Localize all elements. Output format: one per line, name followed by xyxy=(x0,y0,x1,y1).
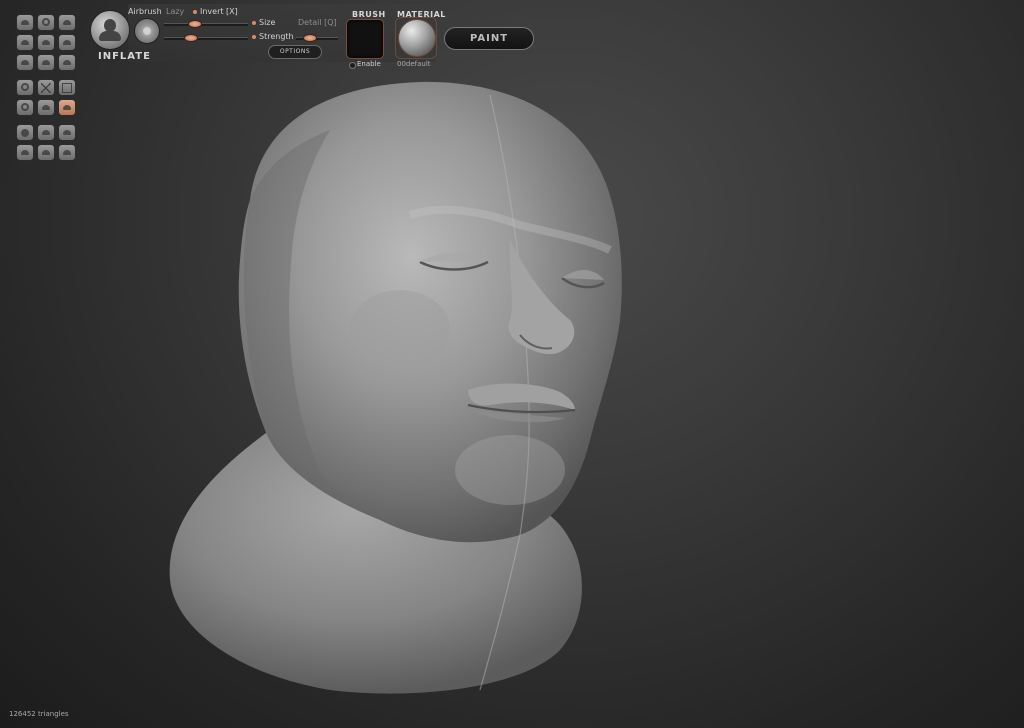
strength-slider-handle[interactable] xyxy=(184,34,198,42)
pinch-icon[interactable] xyxy=(58,34,76,51)
transform-icon[interactable] xyxy=(16,79,34,96)
triangle-count: 126452 triangles xyxy=(9,710,69,718)
size-indicator-icon xyxy=(252,21,256,25)
stroke-preview-icon[interactable] xyxy=(134,18,160,44)
size-label: Size xyxy=(259,18,276,27)
detail-label[interactable]: Detail [Q] xyxy=(298,18,337,27)
brush-name: INFLATE xyxy=(98,51,151,62)
brush-preview-icon[interactable] xyxy=(90,10,130,50)
strength-label: Strength xyxy=(259,32,294,41)
material-preview-icon[interactable] xyxy=(398,19,436,57)
sculpt-tools-group xyxy=(16,14,76,71)
enable-label: Enable xyxy=(357,60,381,68)
symmetry-icon[interactable] xyxy=(37,99,55,116)
lazy-toggle[interactable]: Lazy xyxy=(166,7,184,16)
transform-tools-group xyxy=(16,79,76,116)
rotate-icon[interactable] xyxy=(37,14,55,31)
help-icon[interactable] xyxy=(58,144,76,161)
brush-alpha-swatch[interactable] xyxy=(346,19,384,59)
strength-indicator-icon xyxy=(252,35,256,39)
flatten-icon[interactable] xyxy=(37,34,55,51)
size-slider[interactable] xyxy=(164,23,248,26)
wireframe-icon[interactable] xyxy=(16,99,34,116)
layer-icon[interactable] xyxy=(58,54,76,71)
grid-icon[interactable] xyxy=(58,79,76,96)
airbrush-toggle[interactable]: Airbrush xyxy=(128,7,162,16)
export-icon[interactable] xyxy=(37,144,55,161)
inflate-icon[interactable] xyxy=(16,14,34,31)
clay-icon[interactable] xyxy=(16,34,34,51)
tool-palette xyxy=(16,14,76,169)
material-name: 00default xyxy=(397,60,431,68)
camera-icon[interactable] xyxy=(37,124,55,141)
invert-toggle[interactable]: Invert [X] xyxy=(200,7,238,16)
light-icon[interactable] xyxy=(58,124,76,141)
strength-slider[interactable] xyxy=(164,37,248,40)
detail-slider-handle[interactable] xyxy=(303,34,317,42)
mirror-icon[interactable] xyxy=(58,99,76,116)
sphere-icon[interactable] xyxy=(16,124,34,141)
mask-icon[interactable] xyxy=(37,79,55,96)
paint-button[interactable]: PAINT xyxy=(444,27,534,50)
scene-tools-group xyxy=(16,124,76,161)
crease-icon[interactable] xyxy=(16,54,34,71)
sculpt-model[interactable] xyxy=(169,81,622,694)
drag-icon[interactable] xyxy=(58,14,76,31)
invert-indicator-icon xyxy=(193,10,197,14)
viewport-canvas[interactable] xyxy=(0,0,1024,728)
size-slider-handle[interactable] xyxy=(188,20,202,28)
brush-header: BRUSH xyxy=(352,10,386,19)
smooth-icon[interactable] xyxy=(37,54,55,71)
scene-icon[interactable] xyxy=(16,144,34,161)
enable-checkbox[interactable] xyxy=(349,62,356,69)
options-button[interactable]: OPTIONS xyxy=(268,45,322,59)
